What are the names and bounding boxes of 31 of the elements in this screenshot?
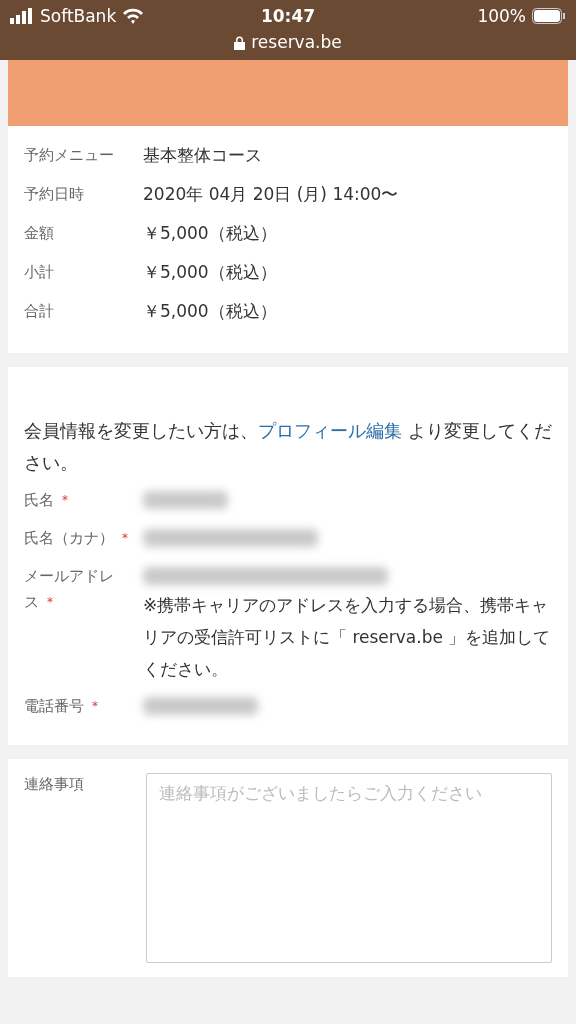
- field-label: 氏名 *: [24, 490, 69, 511]
- profile-edit-link[interactable]: プロフィール編集: [258, 420, 402, 441]
- carrier-note: ※携帯キャリアのアドレスを入力する場合、携帯キャリアの受信許可リストに「 reserva.be 」を追加してください。: [143, 594, 552, 681]
- required-mark: *: [47, 595, 53, 609]
- member-intro: 会員情報を変更したい方は、プロフィール編集 より変更してください。: [24, 419, 552, 475]
- summary-label: 小計: [24, 262, 55, 282]
- wifi-icon: [122, 8, 145, 24]
- summary-label: 予約メニュー: [24, 145, 115, 165]
- summary-value: 基本整体コース: [143, 144, 263, 167]
- required-mark: *: [62, 493, 68, 507]
- battery-percent: 100%: [477, 6, 526, 26]
- lock-icon: [234, 34, 246, 50]
- signal-icon: [10, 8, 34, 24]
- summary-value: ￥5,000（税込）: [143, 261, 278, 284]
- field-label: メールアドレス *: [24, 566, 115, 613]
- clock-time: 10:47: [260, 6, 316, 26]
- field-label: 氏名（カナ） *: [24, 528, 128, 549]
- required-mark: *: [122, 531, 128, 545]
- contact-label: 連絡事項: [24, 774, 85, 795]
- battery-icon: [532, 8, 566, 24]
- summary-value: ￥5,000（税込）: [143, 300, 278, 323]
- summary-label: 予約日時: [24, 184, 85, 204]
- field-label: 電話番号 *: [24, 696, 99, 717]
- contact-textarea[interactable]: 連絡事項がございましたらご入力ください: [146, 773, 552, 963]
- required-mark: *: [92, 699, 98, 713]
- summary-value: ￥5,000（税込）: [143, 222, 278, 245]
- summary-value: 2020年 04月 20日 (月) 14:00〜: [143, 183, 400, 206]
- summary-label: 合計: [24, 301, 55, 321]
- carrier-name: SoftBank: [40, 6, 117, 26]
- summary-label: 金額: [24, 223, 55, 243]
- page-url[interactable]: reserva.be: [251, 32, 342, 52]
